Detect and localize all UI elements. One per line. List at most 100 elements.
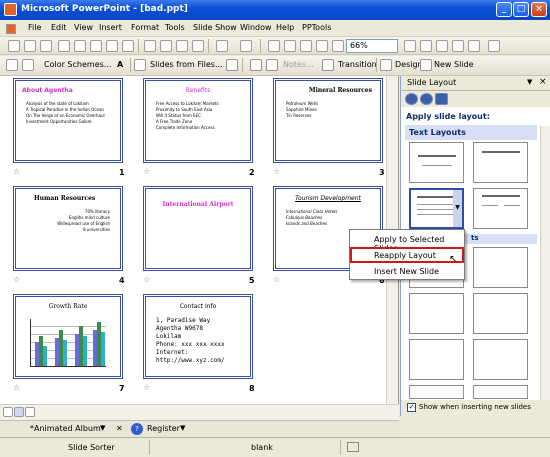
insert-hyperlink-icon[interactable] [316, 40, 328, 52]
close-button[interactable]: × [531, 2, 547, 17]
layout-content-6[interactable] [473, 339, 528, 380]
slide-thumbnail-2[interactable]: Benefits Free Access to Lokilam Markets … [143, 78, 253, 163]
paste-icon[interactable] [176, 40, 188, 52]
menu-insert[interactable]: Insert [99, 23, 122, 32]
show-when-inserting-checkbox[interactable]: ✓ [407, 403, 416, 412]
new-slide-icon[interactable] [420, 59, 432, 71]
layout-content-7[interactable] [409, 385, 464, 399]
show-formatting-icon[interactable] [452, 40, 464, 52]
menu-slide-show[interactable]: Slide Show [193, 23, 237, 32]
grid-icon[interactable] [420, 40, 432, 52]
layout-content-4[interactable] [473, 293, 528, 334]
expand-icon[interactable] [436, 40, 448, 52]
register-tab[interactable]: Register [147, 424, 180, 433]
menu-pptools[interactable]: PPTools [302, 23, 331, 32]
layout-content-5[interactable] [409, 339, 464, 380]
powerpoint-app-icon[interactable] [4, 3, 17, 16]
slide-thumbnail-4[interactable]: Human Resources 70% literacy Englihs min… [13, 186, 123, 271]
layout-title-only[interactable] [473, 142, 528, 183]
menu-view[interactable]: View [74, 23, 93, 32]
back-icon[interactable] [405, 93, 418, 105]
slides-from-files-button[interactable]: Slides from Files... [150, 60, 223, 69]
menu-window[interactable]: Window [240, 23, 272, 32]
transition-star-icon[interactable]: ☆ [143, 275, 150, 284]
register-arrow-icon[interactable]: ▼ [180, 424, 185, 432]
insert-table-icon[interactable] [284, 40, 296, 52]
menu-reapply-layout[interactable]: Reapply Layout [350, 247, 464, 263]
transition-star-icon[interactable]: ☆ [13, 167, 20, 176]
layout-title-and-text[interactable]: ▼ [409, 188, 464, 229]
color-grayscale-icon[interactable] [332, 40, 344, 52]
transition-star-icon[interactable]: ☆ [13, 275, 20, 284]
slide-icon[interactable] [6, 59, 18, 71]
slide-sorter-view-icon[interactable] [14, 407, 24, 417]
slide-thumbnail-8[interactable]: Contact Info 1, Paradise Way Agentha W96… [143, 294, 253, 379]
open-icon[interactable] [24, 40, 36, 52]
hide-slide-icon[interactable] [250, 59, 262, 71]
layout-two-column-text[interactable] [473, 188, 528, 229]
zoom-dropdown[interactable]: 66% [346, 39, 398, 53]
layout-content-3[interactable] [409, 293, 464, 334]
insert-chart-icon[interactable] [268, 40, 280, 52]
help-icon[interactable] [404, 40, 416, 52]
notes-icon[interactable] [266, 59, 278, 71]
cut-icon[interactable] [144, 40, 156, 52]
slide-thumbnail-1[interactable]: About Agentha Analysis of the state of L… [13, 78, 123, 163]
pane-dropdown-icon[interactable]: ▼ [527, 78, 532, 86]
transition-button[interactable]: Transition [338, 60, 377, 69]
redo-icon[interactable] [240, 40, 252, 52]
minimize-button[interactable]: _ [496, 2, 512, 17]
notes-button[interactable]: Notes... [283, 60, 314, 69]
transition-star-icon[interactable]: ☆ [13, 383, 20, 392]
transition-star-icon[interactable]: ☆ [143, 167, 150, 176]
transition-icon[interactable] [322, 59, 334, 71]
color-schemes-button[interactable]: Color Schemes... [44, 60, 111, 69]
transition-star-icon[interactable]: ☆ [273, 167, 280, 176]
section-text-layouts[interactable]: Text Layouts [405, 125, 537, 140]
menu-help[interactable]: Help [276, 23, 294, 32]
color-schemes-icon[interactable] [22, 59, 34, 71]
permission-icon[interactable] [58, 40, 70, 52]
menu-file[interactable]: File [28, 23, 41, 32]
normal-view-icon[interactable] [3, 407, 13, 417]
new-slide-button[interactable]: New Slide [434, 60, 474, 69]
slide-show-view-icon[interactable] [25, 407, 35, 417]
slide-thumbnail-5[interactable]: International Airport [143, 186, 253, 271]
print-icon[interactable] [90, 40, 102, 52]
menu-edit[interactable]: Edit [51, 23, 67, 32]
tab-arrow-icon[interactable]: ▼ [100, 424, 105, 432]
print-preview-icon[interactable] [106, 40, 118, 52]
layout-title-slide[interactable] [409, 142, 464, 183]
new-icon[interactable] [8, 40, 20, 52]
document-icon[interactable] [6, 24, 16, 34]
layout-content-2[interactable] [473, 247, 528, 288]
menu-format[interactable]: Format [131, 23, 159, 32]
save-icon[interactable] [40, 40, 52, 52]
transition-star-icon[interactable]: ☆ [143, 383, 150, 392]
font-color-icon[interactable]: A [117, 60, 123, 69]
tables-borders-icon[interactable] [300, 40, 312, 52]
menu-insert-new-slide[interactable]: Insert New Slide [350, 263, 464, 279]
format-painter-icon[interactable] [192, 40, 204, 52]
maximize-button[interactable]: □ [513, 2, 529, 17]
menu-apply-to-selected-slides[interactable]: Apply to Selected Slides [350, 231, 464, 253]
tools-icon[interactable]: ✕ [116, 424, 123, 433]
pane-scrollbar[interactable] [540, 126, 550, 402]
slide-thumbnail-3[interactable]: Mineral Resources Petroleum Wells Sapphi… [273, 78, 383, 163]
undo-icon[interactable] [216, 40, 228, 52]
pane-close-icon[interactable]: × [539, 77, 547, 87]
color-icon[interactable] [468, 40, 480, 52]
forward-icon[interactable] [420, 93, 433, 105]
copy-icon[interactable] [160, 40, 172, 52]
summary-icon[interactable] [226, 59, 238, 71]
slide-thumbnail-7[interactable]: Growth Rate [13, 294, 123, 379]
home-icon[interactable] [435, 93, 448, 105]
design-button[interactable]: Design [395, 60, 423, 69]
help-circle-icon[interactable]: ? [131, 423, 143, 435]
transition-star-icon[interactable]: ☆ [273, 275, 280, 284]
design-icon[interactable] [380, 59, 392, 71]
menu-tools[interactable]: Tools [165, 23, 185, 32]
layout-content-8[interactable] [473, 385, 528, 399]
animated-album-tab[interactable]: *Animated Album* [30, 424, 105, 433]
layout-dropdown-icon[interactable]: ▼ [453, 190, 462, 227]
